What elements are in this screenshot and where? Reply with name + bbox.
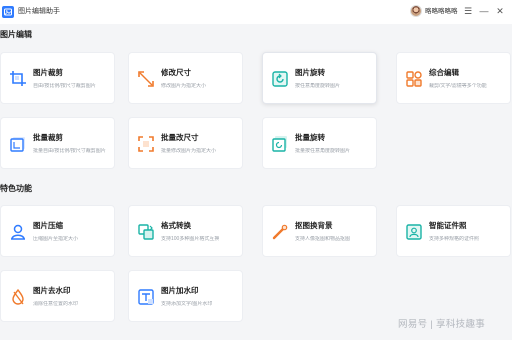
card-desc: 支持100多种图片格式互换 — [161, 236, 220, 242]
card-desc: 消除任意位置的水印 — [33, 301, 79, 307]
card-batch-rotate[interactable]: 批量旋转 批量按任意角度旋转图片 — [262, 117, 377, 169]
card-desc: 批量自由/按比例/按尺寸裁剪图片 — [33, 148, 106, 154]
card-desc: 支持多种规格的证件照 — [429, 236, 480, 242]
card-desc: 修改图片为指定大小 — [161, 83, 207, 89]
card-desc: 裁剪/文字/滤镜等多个功能 — [429, 83, 487, 89]
card-desc: 按任意角度旋转图片 — [295, 83, 341, 89]
source-watermark: 网易号 | 享科技趣事 — [398, 319, 486, 330]
card-name: 图片裁剪 — [33, 68, 63, 77]
batch-crop-icon — [9, 135, 27, 153]
card-name: 抠图换背景 — [295, 221, 333, 230]
crop-icon — [9, 70, 27, 88]
card-name: 综合编辑 — [429, 68, 459, 77]
card-format-convert[interactable]: 格式转换 支持100多种图片格式互换 — [128, 205, 243, 257]
card-name: 修改尺寸 — [161, 68, 191, 77]
card-name: 批量裁剪 — [33, 133, 63, 142]
app-logo-icon — [2, 6, 14, 18]
id-photo-icon — [405, 223, 423, 241]
card-desc: 批量按任意角度旋转图片 — [295, 148, 351, 154]
cutout-icon — [271, 223, 289, 241]
rotate-icon — [271, 70, 289, 88]
card-name: 智能证件照 — [429, 221, 467, 230]
card-name: 格式转换 — [161, 221, 191, 230]
app-title: 图片编辑助手 — [18, 8, 60, 15]
card-name: 图片旋转 — [295, 68, 325, 77]
remove-watermark-icon — [9, 288, 27, 306]
card-crop[interactable]: 图片裁剪 自由/按比例/按尺寸裁剪图片 — [0, 52, 115, 104]
compress-icon — [9, 223, 27, 241]
card-name: 批量旋转 — [295, 133, 325, 142]
menu-icon[interactable]: ☰ — [462, 5, 474, 17]
convert-icon — [137, 223, 155, 241]
add-watermark-icon — [137, 288, 155, 306]
card-desc: 自由/按比例/按尺寸裁剪图片 — [33, 83, 96, 89]
card-rotate[interactable]: 图片旋转 按任意角度旋转图片 — [262, 52, 377, 104]
card-compress[interactable]: 图片压缩 压缩图片至指定大小 — [0, 205, 115, 257]
card-id-photo[interactable]: 智能证件照 支持多种规格的证件照 — [396, 205, 511, 257]
card-desc: 支持人像抠图和物品抠图 — [295, 236, 351, 242]
card-composite-edit[interactable]: 综合编辑 裁剪/文字/滤镜等多个功能 — [396, 52, 511, 104]
card-name: 图片去水印 — [33, 286, 71, 295]
close-icon[interactable]: ✕ — [494, 5, 506, 17]
resize-icon — [137, 70, 155, 88]
section-title-image-edit: 图片编辑 — [0, 30, 32, 39]
card-batch-crop[interactable]: 批量裁剪 批量自由/按比例/按尺寸裁剪图片 — [0, 117, 115, 169]
minimize-icon[interactable]: — — [478, 5, 490, 17]
card-name: 图片加水印 — [161, 286, 199, 295]
card-batch-resize[interactable]: 批量改尺寸 批量修改图片为指定大小 — [128, 117, 243, 169]
user-avatar[interactable] — [410, 5, 422, 17]
card-cutout[interactable]: 抠图换背景 支持人像抠图和物品抠图 — [262, 205, 377, 257]
batch-resize-icon — [137, 135, 155, 153]
card-name: 批量改尺寸 — [161, 133, 199, 142]
card-resize[interactable]: 修改尺寸 修改图片为指定大小 — [128, 52, 243, 104]
batch-rotate-icon — [271, 135, 289, 153]
card-name: 图片压缩 — [33, 221, 63, 230]
grid-edit-icon — [405, 70, 423, 88]
section-title-features: 特色功能 — [0, 184, 32, 193]
card-desc: 支持添加文字/图片水印 — [161, 301, 213, 307]
card-desc: 批量修改图片为指定大小 — [161, 148, 217, 154]
title-bar: 图片编辑助手 略略略略略 ☰ — ✕ — [0, 0, 512, 24]
card-add-watermark[interactable]: 图片加水印 支持添加文字/图片水印 — [128, 270, 243, 322]
user-name[interactable]: 略略略略略 — [425, 6, 458, 18]
card-remove-watermark[interactable]: 图片去水印 消除任意位置的水印 — [0, 270, 115, 322]
card-desc: 压缩图片至指定大小 — [33, 236, 79, 242]
